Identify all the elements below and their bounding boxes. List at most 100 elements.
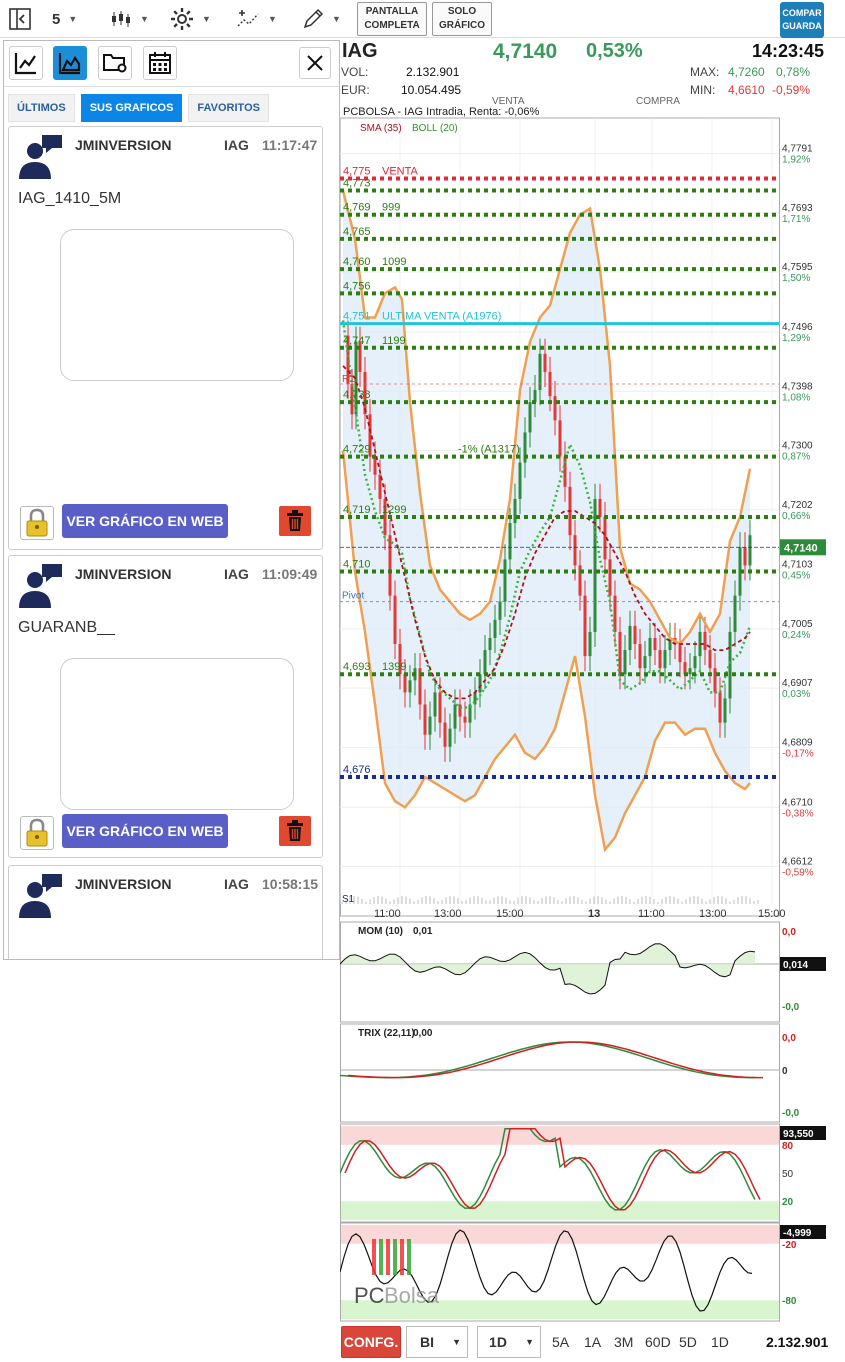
- interval-select[interactable]: 5 ▼: [52, 6, 77, 32]
- candle-body: [443, 722, 447, 747]
- vol-label: VOL:: [341, 65, 369, 79]
- collapse-panel-button[interactable]: [8, 6, 32, 32]
- price-change: 0,53%: [586, 40, 643, 62]
- config-button[interactable]: CONFG.: [341, 1326, 401, 1358]
- area-chart-icon: [58, 53, 81, 75]
- quote-time: 14:23:45: [752, 41, 825, 61]
- folder-settings-button[interactable]: [98, 46, 132, 80]
- gear-icon: [171, 8, 193, 30]
- price-level-text: -1% (A1317): [458, 444, 520, 456]
- mode-select[interactable]: BI ▼: [406, 1326, 468, 1358]
- indicator-axis-label: 80: [782, 1141, 794, 1152]
- candle-body: [688, 668, 692, 675]
- candle-body: [618, 631, 622, 675]
- panel-header: [4, 41, 339, 87]
- lock-button[interactable]: [20, 506, 54, 540]
- settings-select[interactable]: ▼: [170, 6, 211, 32]
- view-chart-web-button[interactable]: VER GRÁFICO EN WEB: [62, 504, 228, 538]
- shared-charts-button[interactable]: [53, 46, 87, 80]
- delete-button[interactable]: [279, 816, 311, 846]
- candle-body: [393, 595, 397, 645]
- price-level-value: 4,760: [343, 256, 371, 268]
- candle-body: [543, 353, 547, 372]
- lock-button[interactable]: [20, 816, 54, 850]
- price-level-text: VENTA: [382, 165, 419, 177]
- candle-body: [703, 631, 707, 651]
- fullscreen-button[interactable]: PANTALLA COMPLETA: [357, 2, 427, 36]
- candle-body: [718, 692, 722, 723]
- logo-bar: [393, 1239, 397, 1275]
- logo-bar: [400, 1239, 404, 1275]
- padlock-icon: [26, 508, 48, 537]
- y-tick-label: 4,7496: [782, 322, 813, 333]
- candle-body: [598, 498, 602, 518]
- candle-body: [623, 650, 627, 675]
- post-username[interactable]: JMINVERSION: [75, 137, 171, 153]
- share-save-button[interactable]: COMPAR GUARDA: [780, 2, 824, 38]
- candle-body: [633, 625, 637, 645]
- view-chart-web-button[interactable]: VER GRÁFICO EN WEB: [62, 814, 228, 848]
- chart-area[interactable]: 4,7791 1,92% 4,7693 1,71% 4,7595 1,50% 4,7496 1…: [339, 104, 845, 1324]
- y-tick-label: 4,6907: [782, 678, 813, 689]
- draw-chart-button[interactable]: [9, 46, 43, 80]
- candle-body: [513, 498, 517, 524]
- tab-latest[interactable]: ÚLTIMOS: [8, 94, 75, 122]
- candle-body: [733, 595, 737, 632]
- indicator-axis-label: 20: [782, 1197, 794, 1208]
- chart-thumbnail[interactable]: [60, 229, 294, 381]
- candle-body: [663, 650, 667, 669]
- candle-body: [628, 625, 632, 651]
- x-tick-label: 15:00: [496, 908, 524, 920]
- range-60d[interactable]: 60D: [645, 1334, 671, 1350]
- chart-post: JMINVERSION IAG 11:17:47 IAG_1410_5M VER…: [8, 126, 323, 550]
- range-1d[interactable]: 1D: [711, 1334, 729, 1350]
- fullscreen-label-line1: PANTALLA: [365, 6, 419, 17]
- price-level-value: 4,756: [343, 280, 371, 292]
- share-label-line1: COMPAR: [782, 8, 822, 18]
- close-panel-button[interactable]: [299, 47, 331, 79]
- period-select[interactable]: 1D ▼: [477, 1326, 541, 1358]
- chart-only-button[interactable]: SOLO GRÁFICO: [432, 2, 492, 36]
- range-5a[interactable]: 5A: [552, 1334, 569, 1350]
- post-username[interactable]: JMINVERSION: [75, 566, 171, 582]
- candle-body: [608, 559, 612, 596]
- chart-type-select[interactable]: ▼: [110, 6, 149, 32]
- range-3m[interactable]: 3M: [614, 1334, 633, 1350]
- post-username[interactable]: JMINVERSION: [75, 876, 171, 892]
- indicator-axis-label: 50: [782, 1169, 794, 1180]
- chart-thumbnail[interactable]: [60, 658, 294, 810]
- price-level-value: 4,765: [343, 226, 371, 238]
- price-chart[interactable]: 4,77911,92%4,76931,71%4,75951,50%4,74961…: [339, 104, 845, 1324]
- user-chat-icon: [19, 135, 62, 179]
- tab-favorites[interactable]: FAVORITOS: [188, 94, 269, 122]
- post-ticker: IAG: [224, 876, 249, 892]
- post-time: 11:17:47: [262, 137, 318, 153]
- candle-body: [588, 631, 592, 657]
- delete-button[interactable]: [279, 506, 311, 536]
- min-label: MIN:: [690, 83, 716, 97]
- indicator-add-icon: [237, 10, 259, 27]
- calendar-button[interactable]: [143, 46, 177, 80]
- price-level-value: 4,769: [343, 202, 371, 214]
- draw-tools-select[interactable]: ▼: [302, 6, 341, 32]
- candle-body: [493, 619, 497, 638]
- candle-body: [583, 595, 587, 657]
- range-1a[interactable]: 1A: [584, 1334, 601, 1350]
- y-tick-label: 4,6809: [782, 737, 813, 748]
- y-tick-pct: 1,92%: [782, 155, 810, 166]
- x-tick-label: 11:00: [374, 908, 401, 920]
- overbought-zone: [341, 1225, 779, 1244]
- mode-value: BI: [420, 1334, 434, 1350]
- indicators-select[interactable]: ▼: [236, 6, 277, 32]
- indicator-value: 0,00: [413, 1028, 433, 1039]
- eur-label: EUR:: [341, 83, 370, 97]
- y-tick-pct: 1,50%: [782, 273, 810, 284]
- candle-body: [723, 698, 727, 723]
- x-tick-label: 13:00: [699, 908, 727, 920]
- chart-edit-icon: [14, 53, 36, 75]
- candle-body: [573, 535, 577, 566]
- close-icon: [307, 55, 323, 71]
- tab-my-charts[interactable]: SUS GRAFICOS: [80, 94, 183, 122]
- range-5d[interactable]: 5D: [679, 1334, 697, 1350]
- charts-panel: ÚLTIMOS SUS GRAFICOS FAVORITOS JMINVERSI…: [3, 40, 340, 960]
